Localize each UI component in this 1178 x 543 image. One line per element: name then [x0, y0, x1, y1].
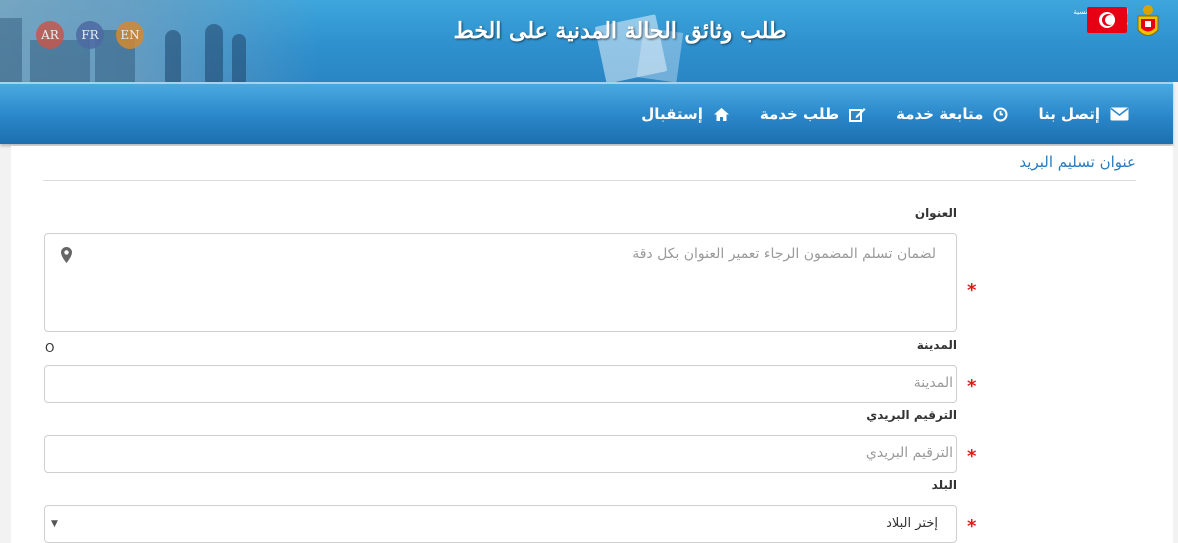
nav-contact-label: إتصل بنا: [1038, 105, 1100, 123]
address-placeholder: لضمان تسلم المضمون الرجاء تعمير العنوان …: [632, 246, 936, 262]
address-label: العنوان: [914, 206, 957, 220]
country-select[interactable]: إختر البلاد ▼: [44, 505, 957, 543]
postal-code-input[interactable]: الترقيم البريدي: [44, 435, 957, 473]
address-required-mark: *: [967, 280, 977, 301]
section-title: عنوان تسليم البريد: [1019, 153, 1136, 171]
map-marker-icon: [61, 247, 72, 263]
city-placeholder: المدينة: [913, 375, 953, 391]
country-required-mark: *: [967, 516, 977, 537]
city-input[interactable]: المدينة: [44, 365, 957, 403]
dropdown-caret-icon: ▼: [51, 519, 58, 529]
home-icon: [708, 107, 730, 122]
nav-home[interactable]: إستقبال: [641, 105, 730, 123]
nav-request-service[interactable]: طلب خدمة: [760, 105, 866, 123]
postal-code-placeholder: الترقيم البريدي: [865, 445, 953, 461]
clock-icon: [988, 107, 1008, 122]
nav-contact[interactable]: إتصل بنا: [1038, 105, 1129, 123]
coat-of-arms-icon: [1137, 5, 1159, 36]
header-banner: AR FR EN طلب وثائق الحالة المدنية على ال…: [0, 0, 1178, 82]
country-selected-value: إختر البلاد: [886, 516, 938, 531]
nav-request-service-label: طلب خدمة: [759, 105, 840, 123]
nav-home-label: إستقبال: [641, 105, 703, 123]
stray-text: O: [45, 341, 55, 355]
postal-code-required-mark: *: [967, 446, 977, 467]
lang-ar-button[interactable]: AR: [36, 21, 64, 49]
lang-en-button[interactable]: EN: [116, 21, 144, 49]
nav-track-service-label: متابعة خدمة: [896, 105, 984, 123]
section-divider: [43, 180, 1136, 181]
envelope-icon: [1105, 107, 1129, 121]
nav-track-service[interactable]: متابعة خدمة: [896, 105, 1008, 123]
country-label: البلد: [931, 478, 957, 492]
address-textarea[interactable]: لضمان تسلم المضمون الرجاء تعمير العنوان …: [44, 233, 957, 332]
lang-fr-button[interactable]: FR: [76, 21, 104, 49]
main-navbar: إستقبال طلب خدمة متابعة خدمة إتصل بنا: [0, 82, 1173, 144]
city-label: المدينة: [916, 338, 957, 352]
content-panel: عنوان تسليم البريد العنوان لضمان تسلم ال…: [11, 146, 1173, 543]
edit-icon: [844, 107, 866, 122]
tunisia-flag-icon: [1087, 7, 1127, 33]
city-required-mark: *: [967, 376, 977, 397]
site-title: طلب وثائق الحالة المدنية على الخط: [453, 18, 787, 44]
postal-code-label: الترقيم البريدي: [866, 408, 957, 422]
